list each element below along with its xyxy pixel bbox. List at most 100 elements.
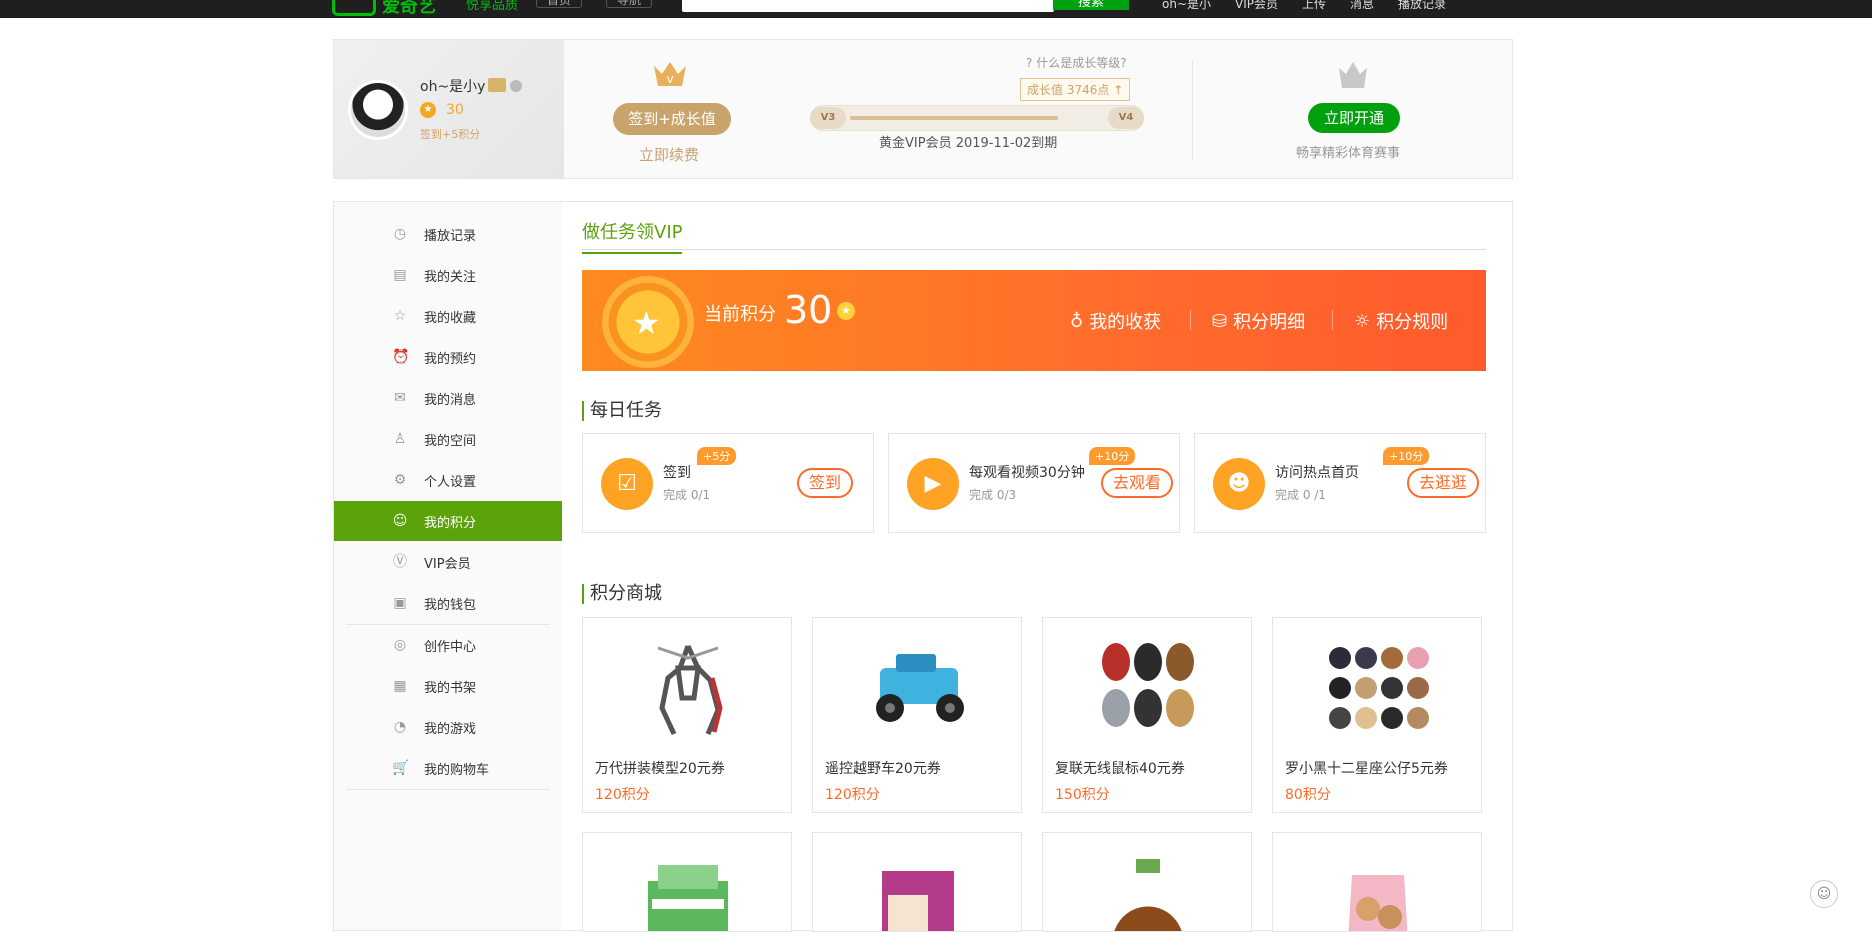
sidebar-item-label: 我的收藏 bbox=[424, 310, 477, 326]
nav-guide-button[interactable]: 导航 bbox=[606, 0, 653, 8]
arrow-up-icon: ↑ bbox=[1113, 83, 1124, 97]
coin-icon: ★ bbox=[837, 302, 855, 320]
task-card: ▶ 每观看视频30分钟 完成 0/3 +10分 去观看 bbox=[888, 433, 1180, 533]
points-rules-link[interactable]: ☼ 积分规则 bbox=[1354, 308, 1448, 334]
task-progress: 完成 0 /1 bbox=[1275, 488, 1326, 502]
sidebar-item-label: 播放记录 bbox=[424, 228, 477, 244]
mail-icon: ✉ bbox=[394, 390, 406, 406]
level-from-badge: V3 bbox=[810, 107, 846, 129]
sidebar-item-label: 我的空间 bbox=[424, 433, 477, 449]
my-earnings-link[interactable]: ♁ 我的收获 bbox=[1070, 308, 1161, 334]
sidebar-item-history[interactable]: ◷ 播放记录 bbox=[334, 214, 562, 254]
open-vip-button[interactable]: 立即开通 bbox=[1308, 103, 1400, 133]
points-detail-link[interactable]: ⛁ 积分明细 bbox=[1212, 308, 1305, 334]
sidebar-item-label: 我的钱包 bbox=[424, 597, 477, 613]
product-image-tissue bbox=[648, 865, 728, 931]
vip-expire: 黄金VIP会员 2019-11-02到期 bbox=[879, 136, 1058, 151]
sidebar-item-space[interactable]: ♙ 我的空间 bbox=[334, 419, 562, 459]
create-icon: ◎ bbox=[393, 637, 407, 653]
feedback-button[interactable]: ☺ bbox=[1810, 880, 1838, 908]
growth-progress-fill bbox=[850, 116, 1059, 120]
daily-tasks-title: 每日任务 bbox=[582, 401, 662, 421]
alarm-icon: ⏰ bbox=[392, 349, 410, 365]
product-card[interactable]: 罗小黑十二星座公仔5元券 80积分 bbox=[1272, 617, 1482, 813]
question-icon: ? bbox=[1026, 56, 1033, 70]
task-bonus: +10分 bbox=[1383, 447, 1430, 465]
vip-icon: Ⓥ bbox=[393, 554, 407, 570]
product-image-rc-car bbox=[876, 654, 964, 722]
search-button[interactable]: 搜索 bbox=[1053, 0, 1129, 10]
chat-icon: ☺ bbox=[1816, 886, 1832, 902]
product-card[interactable] bbox=[1272, 832, 1482, 932]
wallet-icon: ▣ bbox=[393, 595, 407, 611]
site-logo[interactable]: 爱奇艺 bbox=[332, 0, 436, 16]
product-card[interactable] bbox=[582, 832, 792, 932]
sidebar-item-games[interactable]: ◔ 我的游戏 bbox=[334, 707, 562, 747]
content-area: 做任务领VIP ★ 当前积分 30 ★ ♁ 我的收获 ⛁ 积分明细 ☼ 积分规则 每日… bbox=[582, 202, 1486, 932]
task-visit-button[interactable]: 去逛逛 bbox=[1407, 468, 1480, 498]
renew-link[interactable]: 立即续费 bbox=[639, 144, 699, 165]
sidebar-item-favorites[interactable]: ☆ 我的收藏 bbox=[334, 296, 562, 336]
sidebar-item-wallet[interactable]: ▣ 我的钱包 bbox=[334, 583, 562, 623]
top-link-vip[interactable]: VIP会员 bbox=[1235, 0, 1278, 12]
product-name: 罗小黑十二星座公仔5元券 bbox=[1285, 761, 1448, 777]
product-card[interactable] bbox=[1042, 832, 1252, 932]
task-name: 每观看视频30分钟 bbox=[969, 465, 1085, 481]
product-image-duck-neck bbox=[1114, 859, 1182, 931]
top-link-user[interactable]: oh~是小 bbox=[1162, 0, 1211, 12]
avatar[interactable] bbox=[348, 80, 408, 140]
points-detail-label: 积分明细 bbox=[1233, 312, 1306, 333]
sidebar-item-follow[interactable]: ▤ 我的关注 bbox=[334, 255, 562, 295]
growth-question: 什么是成长等级? bbox=[1036, 56, 1127, 70]
sidebar-item-label: 我的购物车 bbox=[424, 762, 490, 778]
task-sign-button[interactable]: 签到 bbox=[797, 468, 854, 498]
product-card[interactable]: 复联无线鼠标40元券 150积分 bbox=[1042, 617, 1252, 813]
top-link-history[interactable]: 播放记录 bbox=[1398, 0, 1446, 12]
sidebar: ◷ 播放记录 ▤ 我的关注 ☆ 我的收藏 ⏰ 我的预约 ✉ 我的消息 ♙ 我的空间 ⚙ 个人设… bbox=[334, 202, 562, 930]
profile-card: oh~是小y ★ 30 签到+5积分 v 签到+成长值 立即续费 ? 什么是成长… bbox=[333, 39, 1513, 179]
points-banner: ★ 当前积分 30 ★ ♁ 我的收获 ⛁ 积分明细 ☼ 积分规则 bbox=[582, 270, 1486, 371]
product-name: 万代拼装模型20元券 bbox=[595, 761, 725, 777]
username[interactable]: oh~是小y bbox=[420, 76, 485, 96]
product-card[interactable]: 遥控越野车20元券 120积分 bbox=[812, 617, 1022, 813]
top-link-messages[interactable]: 消息 bbox=[1350, 0, 1374, 12]
sidebar-item-bookshelf[interactable]: ▦ 我的书架 bbox=[334, 666, 562, 706]
search-input[interactable] bbox=[682, 0, 1054, 12]
product-card[interactable]: 万代拼装模型20元券 120积分 bbox=[582, 617, 792, 813]
sidebar-item-label: 个人设置 bbox=[424, 474, 477, 490]
sidebar-item-vip[interactable]: Ⓥ VIP会员 bbox=[334, 542, 562, 582]
shelf-icon: ▦ bbox=[393, 678, 407, 694]
vip-badge-icon bbox=[488, 78, 506, 92]
sidebar-item-points[interactable]: ☺ 我的积分 bbox=[334, 501, 562, 541]
sidebar-item-messages[interactable]: ✉ 我的消息 bbox=[334, 378, 562, 418]
bulb-icon: ☼ bbox=[1354, 310, 1371, 332]
sidebar-item-reservations[interactable]: ⏰ 我的预约 bbox=[334, 337, 562, 377]
user-points: 30 bbox=[446, 102, 464, 118]
nav-home-button[interactable]: 首页 bbox=[536, 0, 583, 8]
sidebar-item-cart[interactable]: 🛒 我的购物车 bbox=[334, 748, 562, 788]
face-icon: ☻ bbox=[1213, 458, 1265, 510]
task-progress: 完成 0/3 bbox=[969, 488, 1017, 502]
product-name: 复联无线鼠标40元券 bbox=[1055, 761, 1185, 777]
sidebar-item-settings[interactable]: ⚙ 个人设置 bbox=[334, 460, 562, 500]
sidebar-item-create[interactable]: ◎ 创作中心 bbox=[334, 625, 562, 665]
top-link-upload[interactable]: 上传 bbox=[1302, 0, 1326, 12]
task-bonus: +5分 bbox=[697, 447, 737, 465]
my-earnings-label: 我的收获 bbox=[1089, 312, 1162, 333]
product-image-robot bbox=[657, 644, 723, 736]
sign-growth-button[interactable]: 签到+成长值 bbox=[613, 103, 731, 135]
sidebar-item-label: 我的关注 bbox=[424, 269, 477, 285]
product-card[interactable] bbox=[812, 832, 1022, 932]
crown-icon: v bbox=[654, 62, 686, 86]
task-card: ☻ 访问热点首页 完成 0 /1 +10分 去逛逛 bbox=[1194, 433, 1486, 533]
coin-icon: ☺ bbox=[392, 513, 408, 529]
top-navbar: 爱奇艺 悦享品质 首页 导航 搜索 oh~是小 VIP会员 上传 消息 播放记录 bbox=[0, 0, 1872, 18]
growth-level-help[interactable]: ? 什么是成长等级? bbox=[1026, 54, 1127, 71]
product-image-plush bbox=[1329, 647, 1429, 729]
profile-user-panel: oh~是小y ★ 30 签到+5积分 bbox=[334, 40, 564, 178]
svg-text:v: v bbox=[666, 72, 673, 86]
growth-value: 成长值 3746点 bbox=[1027, 83, 1110, 97]
level-to-badge: V4 bbox=[1108, 107, 1144, 129]
task-watch-button[interactable]: 去观看 bbox=[1101, 468, 1174, 498]
main-panel: ◷ 播放记录 ▤ 我的关注 ☆ 我的收藏 ⏰ 我的预约 ✉ 我的消息 ♙ 我的空间 ⚙ 个人设… bbox=[333, 201, 1513, 932]
